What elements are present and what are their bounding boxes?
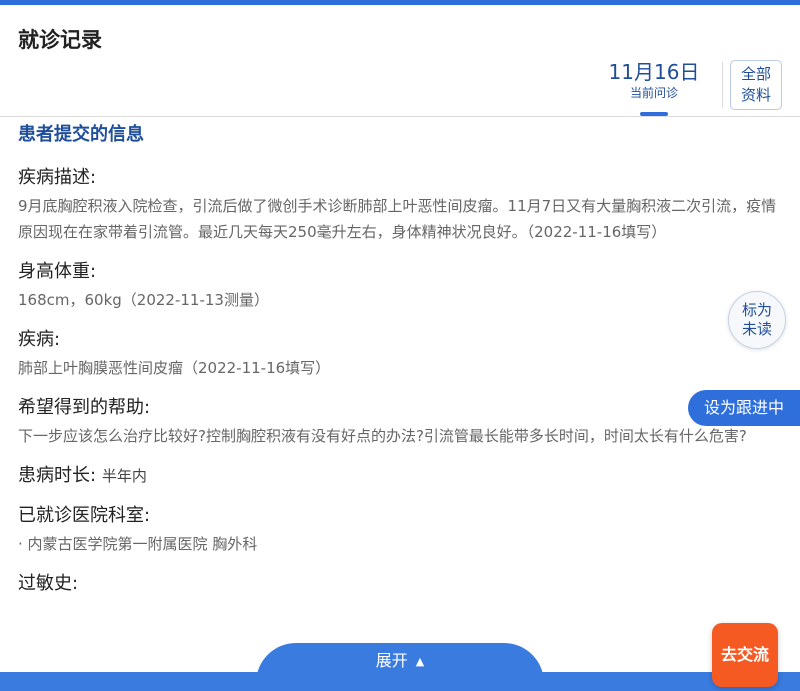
height-weight-item: 身高体重: 168cm，60kg（2022-11-13测量） (18, 259, 788, 313)
allergy-label: 过敏史: (18, 573, 79, 594)
height-weight-value: 168cm，60kg（2022-11-13测量） (18, 291, 269, 309)
duration-item: 患病时长: 半年内 (18, 463, 788, 489)
visit-record-page: 就诊记录 11月16日 当前问诊 全部 资料 患者提交的信息 疾病描述: 9月底… (0, 0, 800, 691)
page-title: 就诊记录 (18, 28, 102, 52)
tab-date: 11月16日 (608, 60, 700, 84)
allergy-item: 过敏史: (18, 571, 788, 597)
expand-label: 展开 (375, 651, 408, 670)
patient-info-list: 疾病描述: 9月底胸腔积液入院检查，引流后做了微创手术诊断肺部上叶恶性间皮瘤。1… (18, 165, 788, 611)
hospital-label: 已就诊医院科室: (18, 505, 151, 526)
help-wanted-value: 下一步应该怎么治疗比较好?控制胸腔积液有没有好点的办法?引流管最长能带多长时间，… (18, 427, 747, 445)
disease-description-item: 疾病描述: 9月底胸腔积液入院检查，引流后做了微创手术诊断肺部上叶恶性间皮瘤。1… (18, 165, 788, 245)
disease-description-label: 疾病描述: (18, 167, 97, 188)
set-follow-up-button[interactable]: 设为跟进中 (688, 390, 800, 426)
disease-item: 疾病: 肺部上叶胸膜恶性间皮瘤（2022-11-16填写） (18, 327, 788, 381)
hospital-value: · 内蒙古医学院第一附属医院 胸外科 (18, 535, 258, 553)
duration-label: 患病时长: (18, 465, 97, 486)
tab-divider (722, 62, 723, 108)
caret-up-icon: ▲ (415, 655, 425, 668)
mark-unread-label-2: 未读 (741, 320, 772, 338)
expand-button[interactable]: 展开 ▲ (256, 646, 544, 676)
height-weight-label: 身高体重: (18, 261, 97, 282)
help-wanted-item: 希望得到的帮助: 下一步应该怎么治疗比较好?控制胸腔积液有没有好点的办法?引流管… (18, 395, 788, 449)
go-chat-button[interactable]: 去交流 (712, 623, 778, 687)
help-wanted-label: 希望得到的帮助: (18, 397, 151, 418)
tab-sub-label: 当前问诊 (629, 86, 678, 100)
duration-value: 半年内 (101, 467, 147, 485)
all-records-button[interactable]: 全部 资料 (730, 60, 782, 110)
mark-unread-label-1: 标为 (741, 301, 772, 319)
section-title: 患者提交的信息 (18, 124, 144, 145)
mark-unread-button[interactable]: 标为 未读 (728, 291, 786, 349)
tab-current-visit[interactable]: 11月16日 当前问诊 (606, 60, 702, 101)
top-accent-bar (0, 0, 800, 5)
all-records-label-2: 资料 (740, 86, 771, 104)
header-divider (0, 116, 800, 117)
all-records-label-1: 全部 (740, 65, 771, 83)
disease-value: 肺部上叶胸膜恶性间皮瘤（2022-11-16填写） (18, 359, 331, 377)
hospital-item: 已就诊医院科室: · 内蒙古医学院第一附属医院 胸外科 (18, 503, 788, 557)
disease-description-value: 9月底胸腔积液入院检查，引流后做了微创手术诊断肺部上叶恶性间皮瘤。11月7日又有… (18, 197, 777, 241)
disease-label: 疾病: (18, 329, 61, 350)
